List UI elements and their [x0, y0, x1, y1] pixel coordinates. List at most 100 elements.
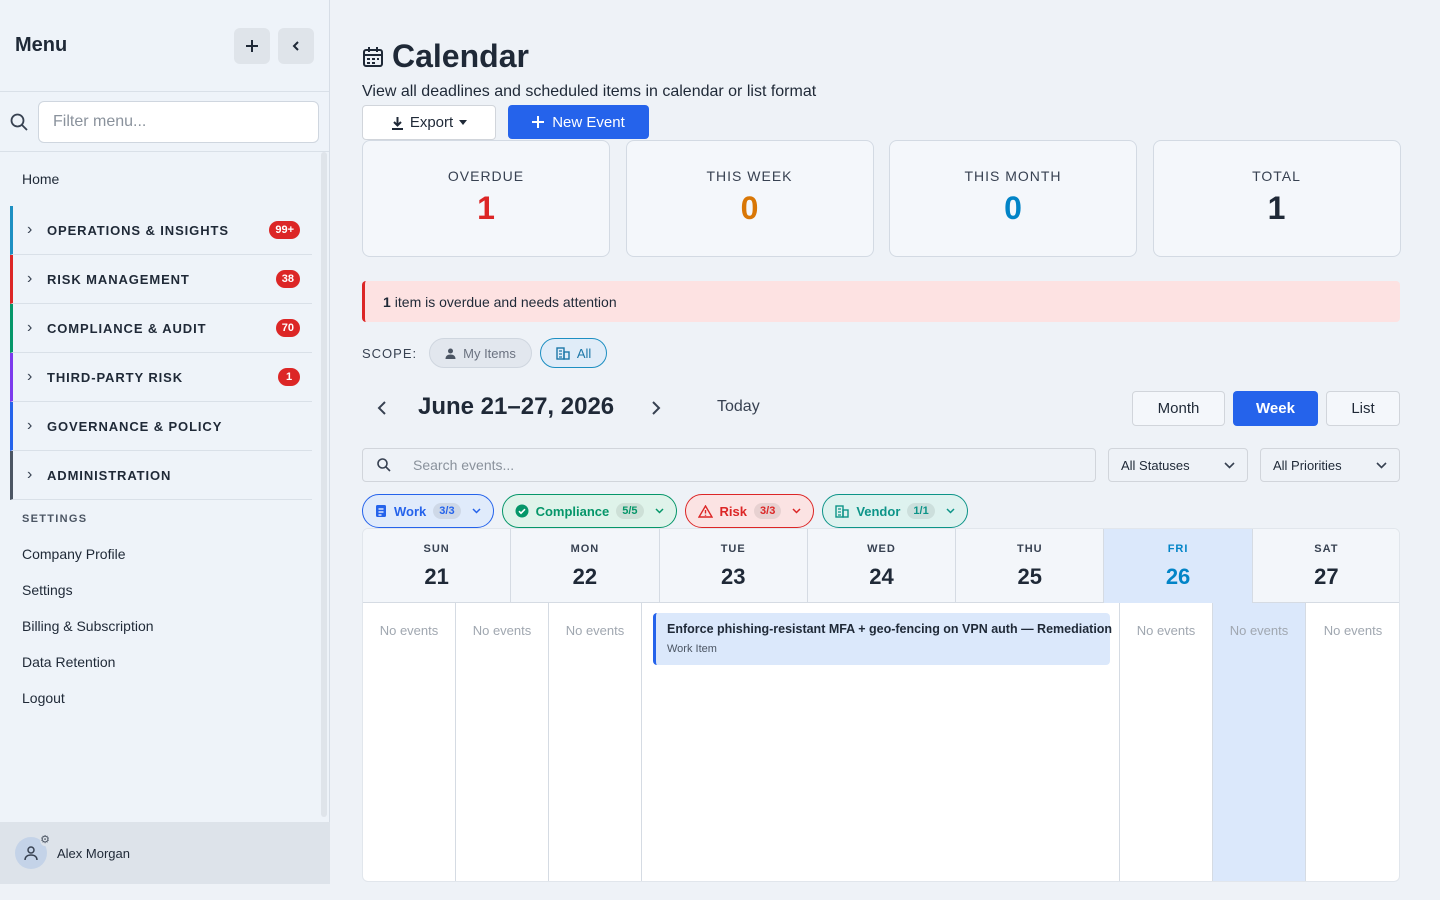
filter-menu-input[interactable]	[38, 100, 319, 143]
chip-count: 3/3	[433, 503, 461, 519]
week-title: June 21–27, 2026	[418, 393, 615, 420]
view-month-button[interactable]: Month	[1132, 391, 1225, 426]
new-event-button[interactable]: New Event	[508, 105, 649, 139]
day-name: TUE	[720, 543, 746, 555]
scope-all-button[interactable]: All	[539, 338, 608, 368]
export-button[interactable]: Export	[362, 105, 496, 140]
no-events-label: No events	[565, 623, 625, 638]
chip-label: Compliance	[535, 503, 610, 519]
sidebar-group-label: GOVERNANCE & POLICY	[47, 418, 223, 434]
sidebar-group-operations-insights[interactable]: › OPERATIONS & INSIGHTS 99+	[10, 206, 312, 255]
scope-row: SCOPE: My Items All	[362, 338, 615, 368]
count-badge: 1	[278, 368, 300, 386]
sidebar-group-compliance-audit[interactable]: › COMPLIANCE & AUDIT 70	[10, 304, 312, 353]
chip-label: Vendor	[856, 503, 901, 519]
day-column: No events	[363, 603, 456, 881]
view-list-button[interactable]: List	[1326, 391, 1400, 426]
today-button[interactable]: Today	[717, 398, 760, 416]
stat-label: TOTAL	[1252, 168, 1301, 184]
filter-chip-compliance[interactable]: Compliance 5/5	[501, 494, 677, 528]
calendar-header: SUN 21 MON 22 TUE 23 WED 24 THU 25 FRI 26 SAT 27	[363, 529, 1399, 603]
search-events-input[interactable]	[413, 457, 1013, 473]
page-subtitle: View all deadlines and scheduled items i…	[362, 83, 817, 100]
chevron-right-icon: ›	[27, 466, 33, 483]
user-bar[interactable]: ⚙ Alex Morgan	[0, 822, 330, 884]
count-badge: 70	[275, 319, 300, 337]
day-column: No events	[1213, 603, 1306, 881]
sidebar-item-company-profile[interactable]: Company Profile	[0, 536, 329, 572]
stat-card-overdue: OVERDUE 1	[362, 140, 610, 257]
search-events-box[interactable]	[362, 448, 1096, 482]
alert-count: 1	[383, 293, 391, 310]
day-date: 25	[1017, 564, 1043, 589]
sidebar-group-governance-policy[interactable]: › GOVERNANCE & POLICY	[10, 402, 312, 451]
chip-label: Work	[394, 503, 427, 519]
chevron-right-icon: ›	[27, 221, 33, 238]
day-date: 22	[572, 564, 598, 589]
filter-chip-work[interactable]: Work 3/3	[362, 494, 494, 528]
sidebar-group-label: ADMINISTRATION	[47, 467, 172, 483]
stat-card-this-week: THIS WEEK 0	[625, 140, 874, 257]
day-name: FRI	[1167, 543, 1189, 555]
avatar[interactable]: ⚙	[15, 834, 50, 869]
stat-value: 0	[740, 190, 759, 226]
week-navigation: June 21–27, 2026 Today Month Week List	[362, 390, 1400, 426]
day-header-thu: THU 25	[956, 529, 1105, 603]
sidebar-item-home[interactable]: Home	[0, 152, 329, 206]
chevron-right-icon: ›	[27, 319, 33, 336]
chevron-right-icon	[652, 401, 661, 415]
day-header-mon: MON 22	[511, 529, 660, 603]
stat-value: 1	[1267, 190, 1286, 226]
count-badge: 99+	[269, 221, 300, 239]
view-week-button[interactable]: Week	[1233, 391, 1318, 426]
day-name: MON	[570, 543, 600, 555]
day-column: No events	[549, 603, 642, 881]
sidebar-item-settings[interactable]: Settings	[0, 572, 329, 608]
day-header-fri: FRI 26	[1104, 529, 1253, 603]
collapse-sidebar-button[interactable]	[278, 27, 314, 64]
calendar-event[interactable]: Enforce phishing-resistant MFA + geo-fen…	[653, 613, 1112, 665]
day-column: No events	[1306, 603, 1399, 881]
caret-down-icon	[459, 120, 468, 125]
vendor-icon	[835, 504, 850, 518]
day-name: WED	[867, 543, 896, 555]
chip-label: Risk	[719, 503, 748, 519]
chevron-down-icon	[792, 508, 801, 514]
stats-row: OVERDUE 1 THIS WEEK 0 THIS MONTH 0 TOTAL 1	[362, 140, 1401, 257]
chip-count: 1/1	[907, 503, 935, 519]
sidebar-group-administration[interactable]: › ADMINISTRATION	[10, 451, 312, 500]
settings-heading: SETTINGS	[22, 513, 88, 525]
stat-card-total: TOTAL 1	[1152, 140, 1401, 257]
day-date: 21	[424, 564, 449, 589]
sidebar-group-third-party-risk[interactable]: › THIRD-PARTY RISK 1	[10, 353, 312, 402]
day-date: 27	[1314, 564, 1339, 589]
add-button[interactable]	[234, 27, 270, 64]
sidebar-scrollbar[interactable]	[321, 152, 327, 817]
chip-count: 3/3	[754, 503, 782, 519]
chevron-down-icon	[1224, 461, 1235, 469]
plus-icon	[532, 116, 545, 128]
no-events-label: No events	[1136, 623, 1196, 638]
sidebar-item-billing-subscription[interactable]: Billing & Subscription	[0, 608, 329, 644]
stat-label: THIS WEEK	[706, 168, 793, 184]
work-icon	[375, 504, 387, 518]
filter-chip-vendor[interactable]: Vendor 1/1	[822, 494, 968, 528]
sidebar-group-risk-management[interactable]: › RISK MANAGEMENT 38	[10, 255, 312, 304]
next-week-button[interactable]	[641, 390, 671, 426]
title-row: Calendar	[362, 38, 529, 75]
sidebar-item-logout[interactable]: Logout	[0, 680, 329, 716]
gear-icon: ⚙	[40, 834, 50, 846]
day-name: SAT	[1314, 543, 1339, 555]
calendar-icon	[363, 46, 383, 67]
scope-my-items-button[interactable]: My Items	[429, 338, 532, 368]
priority-filter-select[interactable]: All Priorities	[1260, 448, 1400, 482]
filter-chip-risk[interactable]: Risk 3/3	[684, 494, 815, 528]
week-calendar: SUN 21 MON 22 TUE 23 WED 24 THU 25 FRI 26 SAT 27 No e…	[362, 528, 1400, 882]
chevron-left-icon	[377, 401, 386, 415]
status-filter-select[interactable]: All Statuses	[1108, 448, 1248, 482]
stat-label: OVERDUE	[447, 168, 525, 184]
sidebar-item-data-retention[interactable]: Data Retention	[0, 644, 329, 680]
previous-week-button[interactable]	[367, 390, 397, 426]
export-label: Export	[409, 114, 454, 131]
sidebar-group-label: RISK MANAGEMENT	[47, 271, 190, 287]
